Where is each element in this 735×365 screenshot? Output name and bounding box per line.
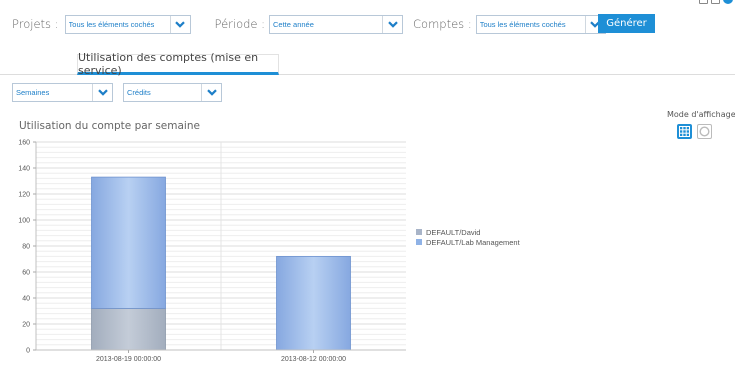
legend-swatch-lab-management: [416, 239, 422, 245]
y-tick-label: 160: [18, 140, 30, 147]
chart-legend: DEFAULT/David DEFAULT/Lab Management: [416, 227, 520, 247]
y-tick-label: 80: [22, 244, 30, 251]
y-tick-label: 60: [22, 270, 30, 277]
bar-default-lab-management-1[interactable]: [276, 256, 351, 351]
chevron-down-icon[interactable]: [92, 84, 112, 101]
legend-item-david[interactable]: DEFAULT/David: [416, 227, 520, 237]
x-tick-label: 2013-08-12 00:00:00: [281, 356, 346, 363]
y-tick-label: 140: [18, 166, 30, 173]
bar-default-david-0[interactable]: [91, 307, 166, 351]
grid-icon[interactable]: [677, 124, 692, 139]
usage-bar-chart: 0 20 40 60 80 100 120 140 160 2013-08-19 00:00:00…: [18, 140, 406, 363]
projets-select[interactable]: Tous les éléments cochés: [64, 14, 191, 34]
metric-select[interactable]: Crédits: [123, 83, 222, 102]
chevron-down-icon[interactable]: [169, 15, 190, 33]
metric-value: Crédits: [127, 88, 151, 97]
y-tick-label: 120: [18, 192, 30, 199]
projets-label: Projets :: [12, 17, 59, 31]
periode-label: Période :: [214, 17, 266, 31]
y-tick-label: 40: [22, 296, 30, 303]
legend-swatch-david: [416, 229, 422, 235]
chevron-down-icon[interactable]: [201, 84, 221, 101]
tab-utilisation-comptes[interactable]: Utilisation des comptes (mise en service…: [77, 51, 279, 77]
y-tick-label: 20: [22, 322, 30, 329]
legend-label-lab-management: DEFAULT/Lab Management: [426, 237, 520, 247]
chart-title: Utilisation du compte par semaine: [19, 120, 200, 132]
periode-select[interactable]: Cette année: [269, 14, 404, 34]
x-tick-label: 2013-08-19 00:00:00: [96, 356, 161, 363]
display-mode-label: Mode d'affichage: [667, 110, 735, 119]
interval-value: Semaines: [16, 88, 50, 97]
comptes-value: Tous les éléments cochés: [479, 19, 566, 29]
comptes-label: Comptes :: [413, 17, 472, 31]
export-icon[interactable]: [699, 0, 708, 4]
pie-icon[interactable]: [697, 124, 712, 139]
window-controls: [699, 0, 733, 4]
chevron-down-icon[interactable]: [382, 15, 402, 33]
legend-item-lab-management[interactable]: DEFAULT/Lab Management: [416, 237, 520, 247]
legend-label-david: DEFAULT/David: [426, 227, 481, 237]
y-tick-label: 100: [18, 218, 30, 225]
projets-value: Tous les éléments cochés: [68, 19, 155, 29]
bar-default-lab-management-0[interactable]: [91, 176, 166, 309]
comptes-select[interactable]: Tous les éléments cochés: [475, 14, 606, 34]
help-icon[interactable]: [723, 0, 733, 4]
generate-button[interactable]: Générer: [598, 14, 655, 33]
print-icon[interactable]: [711, 0, 720, 4]
filter-bar: Projets : Tous les éléments cochés Pério…: [12, 14, 606, 34]
periode-value: Cette année: [273, 19, 314, 29]
y-tick-label: 0: [26, 348, 30, 355]
interval-select[interactable]: Semaines: [12, 83, 113, 102]
